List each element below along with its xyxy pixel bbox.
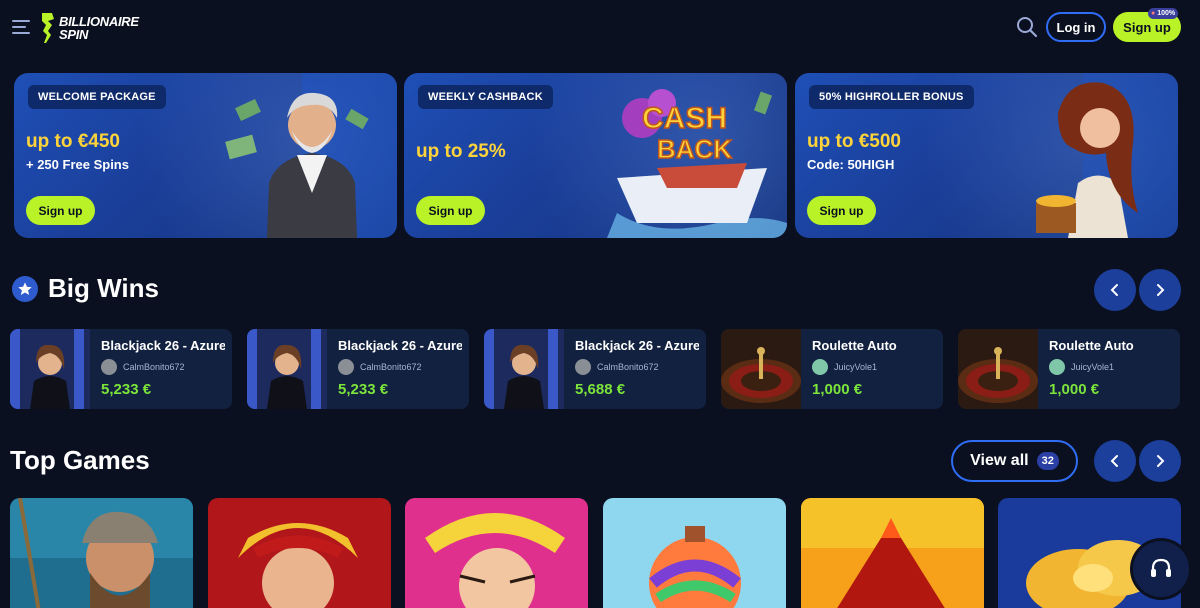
- promo-tag: WEEKLY CASHBACK: [418, 85, 553, 109]
- promo-highroller-bonus[interactable]: 50% HIGHROLLER BONUS up to €500 Code: 50…: [795, 73, 1178, 238]
- top-header: BILLIONAIRE SPIN Log in Sign up ● 100%: [0, 0, 1200, 56]
- win-card[interactable]: Blackjack 26 - Azure CalmBonito672 5,233…: [10, 329, 232, 409]
- promo-welcome-package[interactable]: WELCOME PACKAGE up to €450 + 250 Free Sp…: [14, 73, 397, 238]
- promo-character-image: [207, 73, 397, 238]
- big-wins-prev-button[interactable]: [1094, 269, 1136, 311]
- login-button[interactable]: Log in: [1046, 12, 1106, 42]
- dealer-thumbnail: [247, 329, 327, 409]
- win-user-name: JuicyVole1: [1071, 362, 1115, 372]
- logo[interactable]: BILLIONAIRE SPIN: [40, 10, 139, 46]
- user-avatar: [812, 359, 828, 375]
- search-icon[interactable]: [1015, 15, 1039, 39]
- hamburger-menu-icon[interactable]: [12, 20, 30, 34]
- promo-signup-button[interactable]: Sign up: [416, 196, 485, 225]
- win-game-name: Roulette Auto: [1049, 338, 1134, 353]
- top-games-prev-button[interactable]: [1094, 440, 1136, 482]
- promo-subtitle: Code: 50HIGH: [807, 157, 895, 172]
- promo-tag: 50% HIGHROLLER BONUS: [809, 85, 974, 109]
- back-art-text: BACK: [657, 134, 732, 164]
- signup-bonus-badge: ● 100%: [1148, 8, 1179, 19]
- promo-signup-button[interactable]: Sign up: [807, 196, 876, 225]
- win-amount: 5,233 €: [338, 381, 389, 398]
- top-games-title: Top Games: [10, 445, 150, 475]
- promo-subtitle: + 250 Free Spins: [26, 157, 129, 172]
- promo-headline: up to €500: [807, 131, 901, 152]
- win-user-name: CalmBonito672: [597, 362, 659, 372]
- promo-cashback-image: CASH BACK: [597, 73, 787, 238]
- view-all-button[interactable]: View all 32: [951, 440, 1078, 482]
- chevron-left-icon: [1110, 455, 1118, 467]
- big-wins-title: Big Wins: [48, 273, 159, 303]
- user-avatar: [575, 359, 591, 375]
- promo-headline: up to 25%: [416, 141, 506, 162]
- headset-icon: [1151, 558, 1171, 577]
- view-all-label: View all: [970, 452, 1029, 469]
- promo-signup-button[interactable]: Sign up: [26, 196, 95, 225]
- star-icon: [12, 276, 38, 302]
- promo-tag: WELCOME PACKAGE: [28, 85, 166, 109]
- logo-mark-icon: [40, 11, 56, 45]
- win-card[interactable]: Blackjack 26 - Azure CalmBonito672 5,688…: [484, 329, 706, 409]
- win-amount: 1,000 €: [812, 381, 863, 398]
- chevron-right-icon: [1157, 455, 1165, 467]
- big-wins-next-button[interactable]: [1139, 269, 1181, 311]
- games-count-badge: 32: [1036, 452, 1059, 470]
- logo-line-2: SPIN: [59, 27, 89, 42]
- dealer-thumbnail: [484, 329, 564, 409]
- promo-character-image: [988, 73, 1178, 238]
- roulette-thumbnail: [958, 329, 1038, 409]
- game-tile-volcano[interactable]: [801, 498, 984, 608]
- win-game-name: Blackjack 26 - Azure: [101, 338, 225, 353]
- promo-headline: up to €450: [26, 131, 120, 152]
- user-avatar: [338, 359, 354, 375]
- roulette-thumbnail: [721, 329, 801, 409]
- win-game-name: Blackjack 26 - Azure: [575, 338, 699, 353]
- win-amount: 5,233 €: [101, 381, 152, 398]
- game-tile-joker-red[interactable]: [208, 498, 391, 608]
- user-avatar: [1049, 359, 1065, 375]
- win-user-name: JuicyVole1: [834, 362, 878, 372]
- win-game-name: Roulette Auto: [812, 338, 897, 353]
- win-amount: 1,000 €: [1049, 381, 1100, 398]
- flag-icon: ●: [1151, 10, 1156, 17]
- win-card[interactable]: Roulette Auto JuicyVole1 1,000 €: [958, 329, 1180, 409]
- chevron-right-icon: [1157, 284, 1165, 296]
- game-tile-joker-pink[interactable]: [405, 498, 588, 608]
- support-chat-button[interactable]: [1133, 541, 1189, 597]
- chevron-left-icon: [1110, 284, 1118, 296]
- dealer-thumbnail: [10, 329, 90, 409]
- promo-weekly-cashback[interactable]: CASH BACK WEEKLY CASHBACK up to 25% Sign…: [404, 73, 787, 238]
- win-card[interactable]: Roulette Auto JuicyVole1 1,000 €: [721, 329, 943, 409]
- game-tile-fisherman[interactable]: [10, 498, 193, 608]
- win-card[interactable]: Blackjack 26 - Azure CalmBonito672 5,233…: [247, 329, 469, 409]
- win-amount: 5,688 €: [575, 381, 626, 398]
- game-tile-candy-bomb[interactable]: [603, 498, 786, 608]
- signup-badge-text: 100%: [1157, 10, 1176, 17]
- user-avatar: [101, 359, 117, 375]
- win-game-name: Blackjack 26 - Azure: [338, 338, 462, 353]
- win-user-name: CalmBonito672: [123, 362, 185, 372]
- top-games-next-button[interactable]: [1139, 440, 1181, 482]
- win-user-name: CalmBonito672: [360, 362, 422, 372]
- cash-art-text: CASH: [642, 102, 727, 135]
